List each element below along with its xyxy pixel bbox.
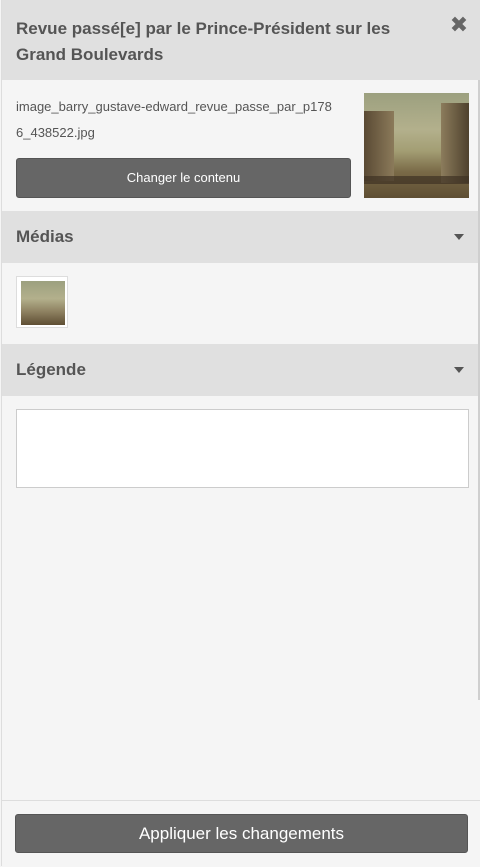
media-thumbnail-image (21, 281, 65, 325)
medias-section-header[interactable]: Médias (2, 211, 480, 263)
legend-input[interactable] (16, 409, 469, 488)
legend-section-label: Légende (16, 360, 86, 379)
apply-changes-button[interactable]: Appliquer les changements (15, 814, 468, 853)
edit-panel: Revue passé[e] par le Prince-Président s… (1, 0, 480, 866)
change-content-button[interactable]: Changer le contenu (16, 158, 351, 198)
file-name: image_barry_gustave-edward_revue_passe_p… (16, 99, 332, 140)
panel-title: Revue passé[e] par le Prince-Président s… (16, 19, 391, 64)
close-icon[interactable]: ✖ (449, 14, 469, 36)
caret-down-icon (454, 367, 464, 373)
medias-section-label: Médias (16, 227, 74, 246)
legend-section (2, 396, 480, 488)
legend-section-header[interactable]: Légende (2, 344, 480, 396)
panel-header: Revue passé[e] par le Prince-Président s… (2, 0, 480, 80)
image-preview (364, 93, 469, 198)
media-thumbnail[interactable] (16, 276, 68, 328)
medias-section (2, 263, 480, 344)
panel-footer: Appliquer les changements (2, 800, 480, 866)
caret-down-icon (454, 234, 464, 240)
file-section: image_barry_gustave-edward_revue_passe_p… (2, 80, 480, 211)
